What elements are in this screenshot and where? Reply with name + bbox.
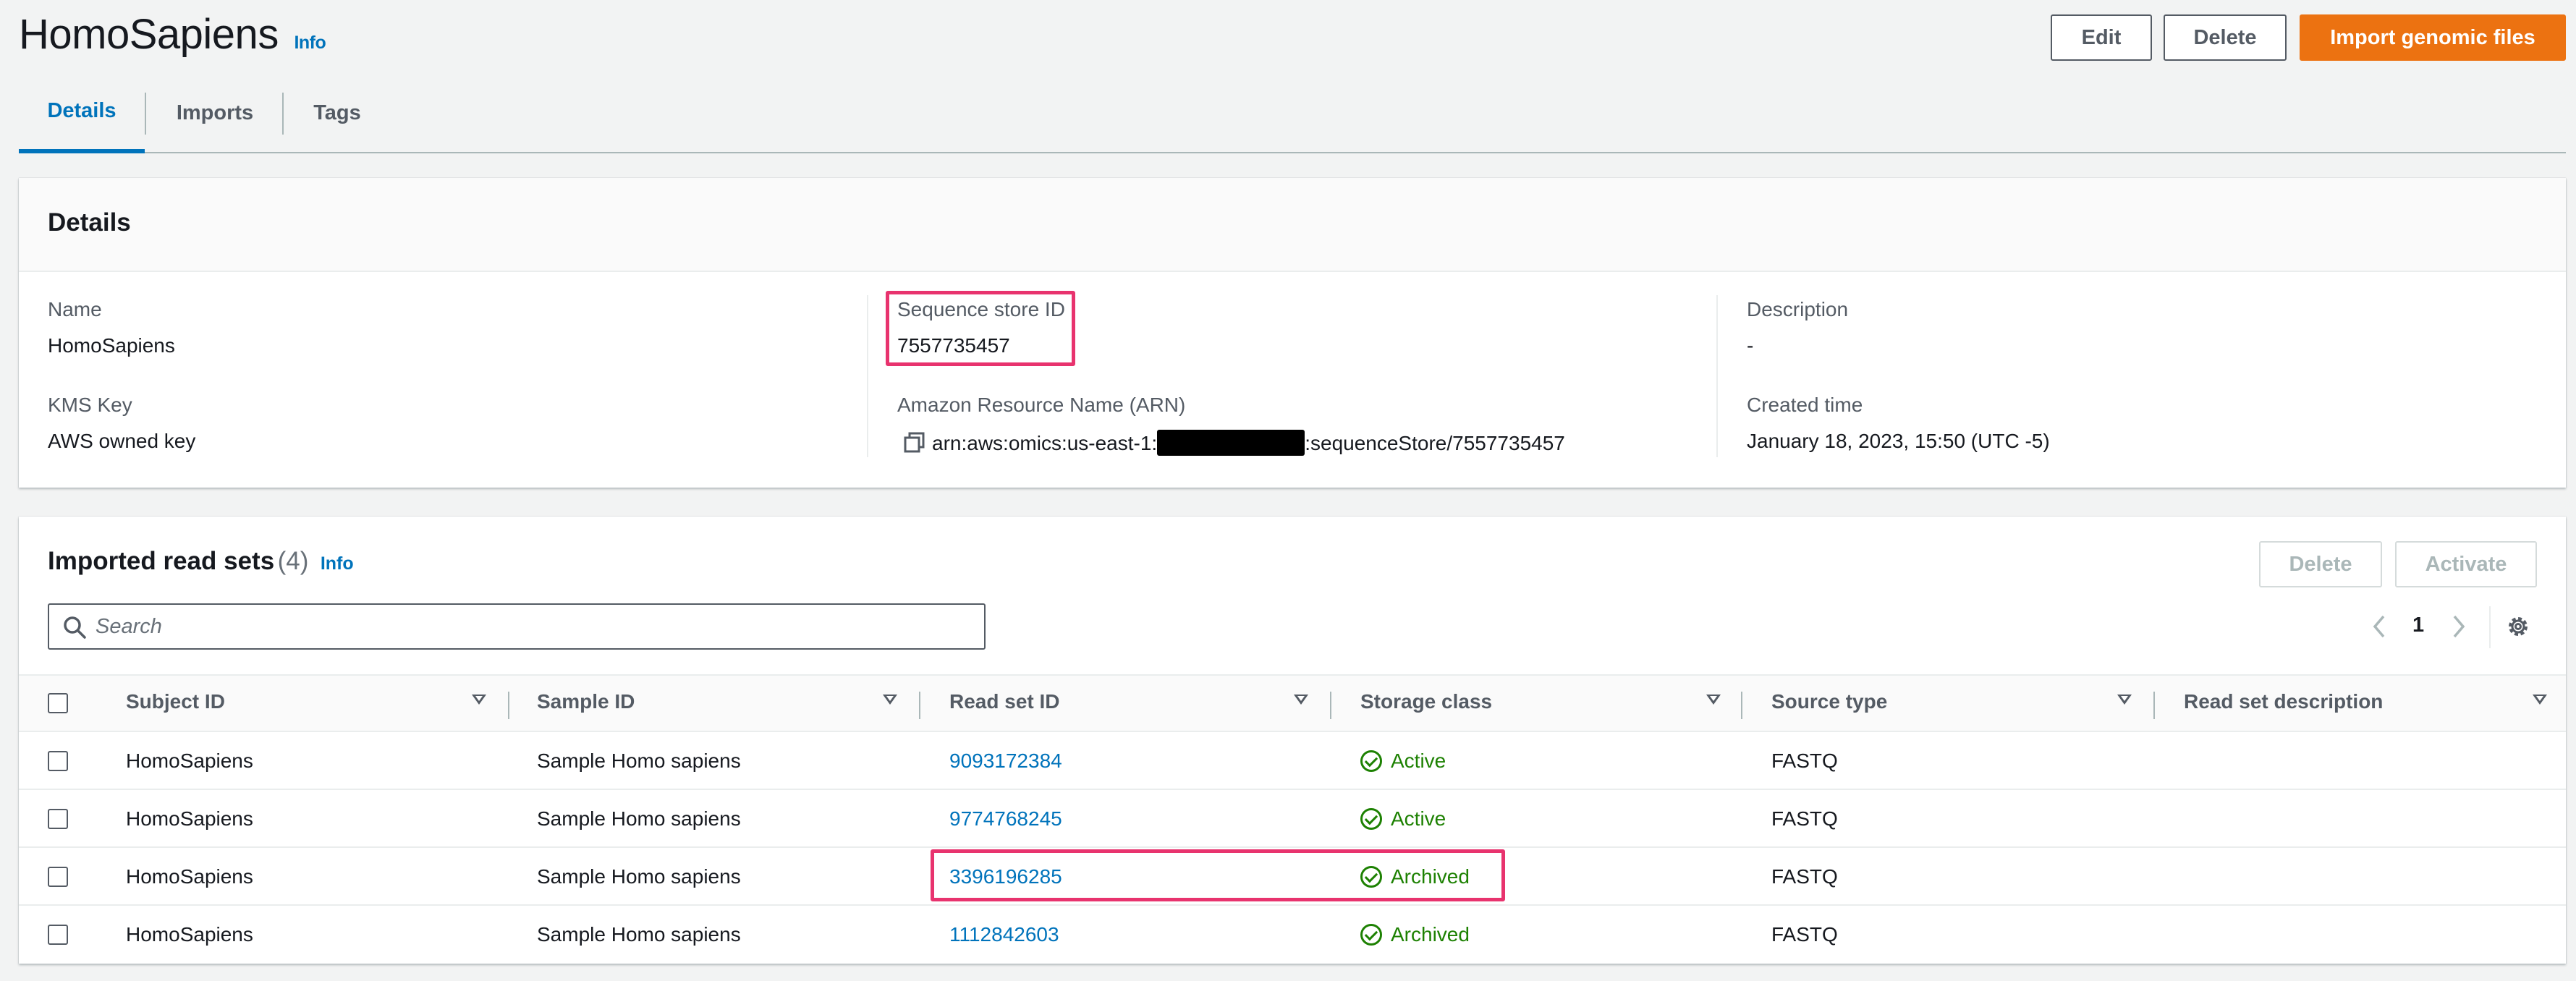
select-all-checkbox[interactable]: [48, 693, 68, 713]
sort-icon[interactable]: [883, 695, 897, 705]
row-checkbox[interactable]: [48, 925, 68, 945]
created-time-label: Created time: [1747, 394, 1863, 416]
next-page-icon[interactable]: [2450, 613, 2467, 640]
created-time-value: January 18, 2023, 15:50 (UTC -5): [1747, 430, 2050, 452]
search-placeholder: Search: [96, 615, 162, 638]
row-checkbox[interactable]: [48, 751, 68, 771]
column-divider[interactable]: [508, 692, 509, 719]
edit-button[interactable]: Edit: [2051, 14, 2152, 61]
highlight-box: [886, 291, 1075, 366]
status-check-icon: [1360, 924, 1382, 946]
column-header-subject-id[interactable]: Subject ID: [126, 690, 225, 713]
read-set-id-link[interactable]: 1112842603: [949, 923, 1059, 946]
page-title: HomoSapiens Info: [19, 10, 326, 59]
column-divider: [1716, 295, 1718, 457]
table-row[interactable]: HomoSapiens Sample Homo sapiens 90931723…: [19, 732, 2566, 790]
column-divider[interactable]: [1741, 692, 1742, 719]
table-row[interactable]: HomoSapiens Sample Homo sapiens 97747682…: [19, 790, 2566, 848]
sort-icon[interactable]: [2117, 695, 2132, 705]
search-input[interactable]: Search: [48, 603, 986, 650]
copy-icon[interactable]: [903, 431, 926, 454]
description-label: Description: [1747, 298, 1849, 320]
subject-id-cell: HomoSapiens: [126, 807, 253, 830]
column-divider[interactable]: [2153, 692, 2155, 719]
subject-id-cell: HomoSapiens: [126, 865, 253, 888]
kms-key-label: KMS Key: [48, 394, 132, 416]
delete-read-set-button[interactable]: Delete: [2259, 541, 2382, 587]
prev-page-icon[interactable]: [2370, 613, 2388, 640]
source-type-cell: FASTQ: [1771, 923, 1838, 946]
search-icon: [62, 615, 87, 640]
read-set-id-link[interactable]: 9774768245: [949, 807, 1062, 831]
sample-id-cell: Sample Homo sapiens: [537, 865, 741, 888]
tab-details[interactable]: Details: [19, 72, 145, 153]
redacted-account-id: [1157, 430, 1305, 456]
description-value: -: [1747, 334, 1754, 357]
sort-icon[interactable]: [1706, 695, 1721, 705]
delete-button[interactable]: Delete: [2164, 14, 2287, 61]
arn-suffix: :sequenceStore/7557735457: [1305, 432, 1565, 454]
arn-prefix: arn:aws:omics:us-east-1:: [932, 432, 1158, 454]
arn-label: Amazon Resource Name (ARN): [897, 394, 1186, 416]
column-header-read-set-description[interactable]: Read set description: [2184, 690, 2383, 713]
name-value: HomoSapiens: [48, 334, 175, 357]
subject-id-cell: HomoSapiens: [126, 749, 253, 772]
read-sets-title: Imported read sets: [48, 547, 275, 575]
import-genomic-files-button[interactable]: Import genomic files: [2300, 14, 2566, 61]
gear-icon[interactable]: [2505, 613, 2531, 640]
column-header-read-set-id[interactable]: Read set ID: [949, 690, 1060, 713]
read-sets-info-link[interactable]: Info: [321, 553, 354, 574]
sample-id-cell: Sample Homo sapiens: [537, 923, 741, 946]
row-checkbox[interactable]: [48, 809, 68, 829]
source-type-cell: FASTQ: [1771, 865, 1838, 888]
table-row[interactable]: HomoSapiens Sample Homo sapiens 11128426…: [19, 906, 2566, 964]
tab-imports[interactable]: Imports: [146, 72, 284, 153]
column-divider[interactable]: [919, 692, 920, 719]
source-type-cell: FASTQ: [1771, 807, 1838, 830]
highlight-box: [931, 849, 1505, 901]
column-header-sample-id[interactable]: Sample ID: [537, 690, 635, 713]
sample-id-cell: Sample Homo sapiens: [537, 807, 741, 830]
tab-bar: Details Imports Tags: [19, 72, 2566, 153]
name-label: Name: [48, 298, 102, 320]
page-info-link[interactable]: Info: [294, 33, 326, 53]
storage-class-text: Archived: [1391, 923, 1470, 946]
details-panel: Details Name HomoSapiens KMS Key AWS own…: [19, 178, 2566, 488]
tab-tags[interactable]: Tags: [284, 72, 391, 153]
arn-value: arn:aws:omics:us-east-1: :sequenceStore/7…: [932, 430, 1565, 456]
row-checkbox[interactable]: [48, 867, 68, 887]
sort-icon[interactable]: [2533, 695, 2547, 705]
storage-class-status: Active: [1360, 749, 1446, 773]
details-header: Details: [19, 178, 2566, 272]
status-check-icon: [1360, 750, 1382, 772]
storage-class-status: Active: [1360, 807, 1446, 831]
read-sets-count: (4): [277, 547, 309, 575]
pagination-divider: [2489, 606, 2491, 648]
kms-key-value: AWS owned key: [48, 430, 196, 452]
sample-id-cell: Sample Homo sapiens: [537, 749, 741, 772]
status-check-icon: [1360, 808, 1382, 830]
sort-icon[interactable]: [1294, 695, 1308, 705]
page-number[interactable]: 1: [2412, 613, 2424, 637]
column-divider[interactable]: [1330, 692, 1331, 719]
read-sets-heading: Imported read sets (4) Info: [48, 547, 354, 576]
activate-read-set-button[interactable]: Activate: [2395, 541, 2537, 587]
source-type-cell: FASTQ: [1771, 749, 1838, 772]
column-divider: [867, 295, 868, 457]
read-set-id-link[interactable]: 9093172384: [949, 749, 1062, 773]
column-header-source-type[interactable]: Source type: [1771, 690, 1887, 713]
storage-class-text: Active: [1391, 749, 1446, 772]
sort-icon[interactable]: [472, 695, 486, 705]
storage-class-text: Active: [1391, 807, 1446, 830]
table-header: Subject ID Sample ID Read set ID Storage…: [19, 674, 2566, 732]
details-heading: Details: [48, 208, 131, 237]
storage-class-status: Archived: [1360, 923, 1470, 946]
subject-id-cell: HomoSapiens: [126, 923, 253, 946]
page-title-text: HomoSapiens: [19, 11, 279, 58]
column-header-storage-class[interactable]: Storage class: [1360, 690, 1492, 713]
